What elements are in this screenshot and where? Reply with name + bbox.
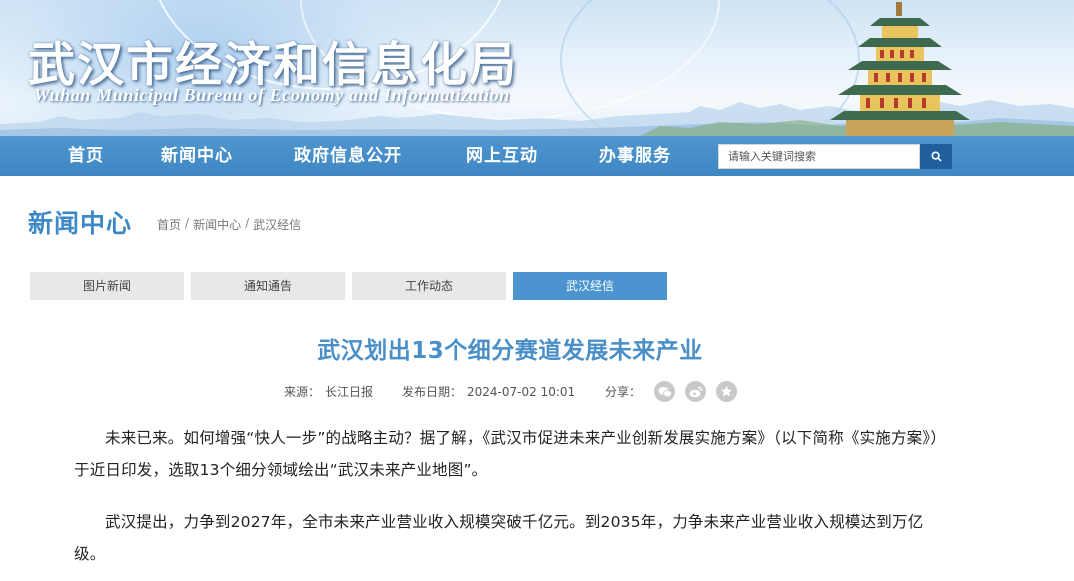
source-label: 来源： (284, 385, 321, 399)
share-label: 分享： (605, 385, 642, 399)
breadcrumb-home[interactable]: 首页 (157, 216, 181, 233)
wechat-icon (658, 386, 672, 397)
breadcrumb-wuhan-jingxin[interactable]: 武汉经信 (253, 216, 301, 233)
breadcrumb: 首页 / 新闻中心 / 武汉经信 (157, 216, 301, 233)
date-label: 发布日期： (402, 385, 463, 399)
breadcrumb-separator: / (245, 216, 250, 230)
tab-work-updates[interactable]: 工作动态 (352, 272, 506, 300)
weibo-icon (689, 386, 702, 397)
date-value: 2024-07-02 10:01 (467, 385, 576, 399)
favorite-icon (720, 385, 733, 397)
favorite-share-button[interactable] (716, 381, 737, 402)
nav-item-government-info[interactable]: 政府信息公开 (294, 136, 402, 176)
nav-item-news-center[interactable]: 新闻中心 (161, 136, 233, 176)
section-title: 新闻中心 (28, 209, 133, 238)
tab-notices[interactable]: 通知通告 (191, 272, 345, 300)
breadcrumb-separator: / (185, 216, 190, 230)
tab-wuhan-jingxin[interactable]: 武汉经信 (513, 272, 667, 300)
search-icon (930, 151, 942, 162)
yellow-crane-tower-image (830, 2, 970, 136)
search-button[interactable] (920, 144, 952, 169)
breadcrumb-news-center[interactable]: 新闻中心 (193, 216, 241, 233)
article-paragraph: 武汉提出，力争到2027年，全市未来产业营业收入规模突破千亿元。到2035年，力… (74, 513, 924, 563)
tab-photo-news[interactable]: 图片新闻 (30, 272, 184, 300)
nav-item-online-interaction[interactable]: 网上互动 (466, 136, 538, 176)
source-value: 长江日报 (325, 385, 374, 399)
article-title: 武汉划出13个细分赛道发展未来产业 (317, 338, 703, 364)
nav-item-services[interactable]: 办事服务 (599, 136, 671, 176)
article-paragraph: 未来已来。如何增强“快人一步”的战略主动？据了解，《武汉市促进未来产业创新发展实… (74, 429, 947, 479)
main-navigation: 首页 新闻中心 政府信息公开 网上互动 办事服务 (0, 136, 1074, 176)
wechat-share-button[interactable] (654, 381, 675, 402)
nav-item-home[interactable]: 首页 (68, 136, 104, 176)
site-subtitle: Wuhan Municipal Bureau of Economy and In… (34, 85, 510, 105)
weibo-share-button[interactable] (685, 381, 706, 402)
header-banner: 武汉市经济和信息化局 Wuhan Municipal Bureau of Eco… (0, 0, 1074, 136)
search-input[interactable] (718, 144, 920, 169)
